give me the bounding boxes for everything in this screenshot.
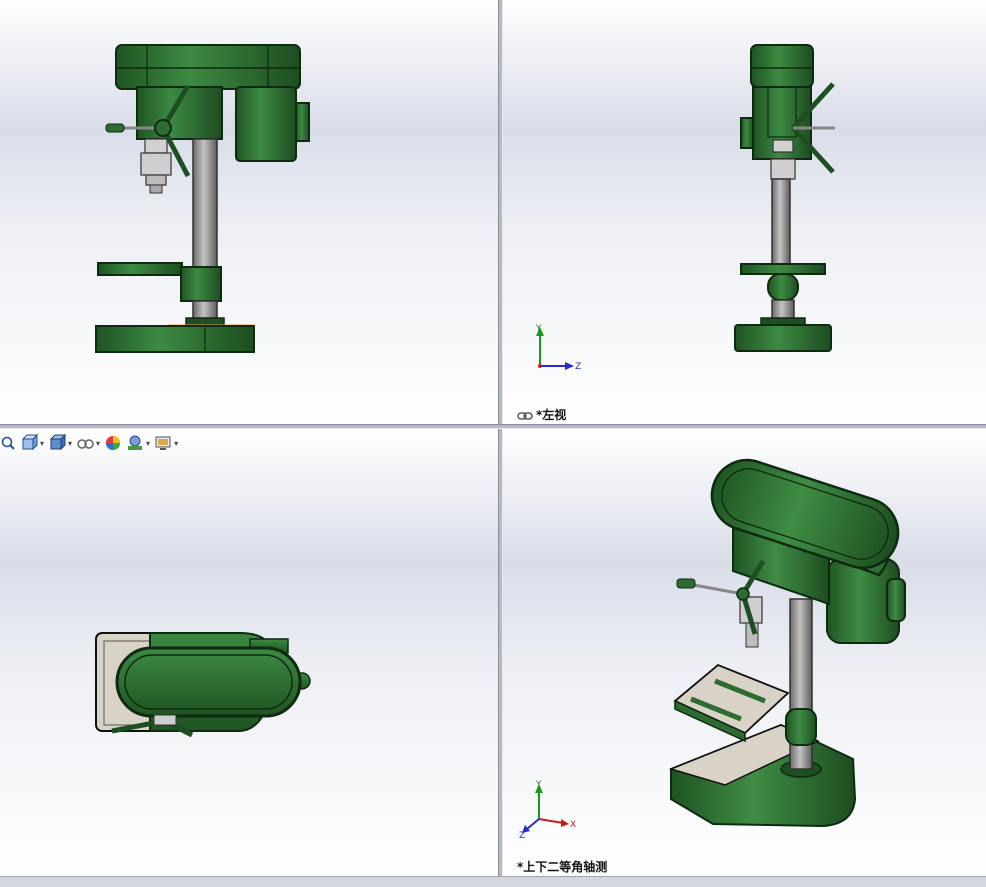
display-style-button[interactable]: ▾ <box>48 434 72 452</box>
link-view-icon <box>517 411 533 420</box>
viewport-left[interactable]: Y Z *左视 <box>503 0 986 424</box>
view-orientation-button[interactable]: ▾ <box>20 434 44 452</box>
hide-show-items-button[interactable]: ▾ <box>76 435 100 451</box>
view-label-isometric: *上下二等角轴测 <box>517 858 607 875</box>
hide-show-items-icon <box>77 439 94 449</box>
apply-scene-icon <box>128 435 143 450</box>
drill-press-front-view <box>95 44 310 353</box>
view-name-isometric: *上下二等角轴测 <box>517 860 608 874</box>
drill-press-top-view <box>95 632 311 738</box>
triad-z-label: Z <box>575 362 581 372</box>
axis-triad: Y Z <box>535 324 581 372</box>
chevron-down-icon: ▾ <box>174 438 179 448</box>
zoom-to-fit-button[interactable] <box>0 435 16 451</box>
view-name-left: *左视 <box>536 408 567 422</box>
triad-y-label: Y <box>535 780 542 790</box>
viewport-front[interactable] <box>0 0 498 424</box>
viewport-top[interactable]: ▾ ▾ ▾ ▾ ▾ <box>0 429 498 876</box>
triad-x-label: X <box>570 820 576 830</box>
viewport-isometric[interactable]: Y X Z *上下二等角轴测 <box>503 429 986 876</box>
triad-z-label: Z <box>519 831 525 839</box>
edit-appearance-button[interactable] <box>104 434 122 452</box>
chevron-down-icon: ▾ <box>40 438 45 448</box>
view-label-left: *左视 <box>517 406 566 423</box>
chevron-down-icon: ▾ <box>96 438 101 448</box>
view-orientation-icon <box>21 434 38 451</box>
apply-scene-button[interactable]: ▾ <box>126 434 150 452</box>
viewport-vertical-splitter[interactable] <box>498 0 503 876</box>
axis-triad-isometric: Y X Z <box>519 780 576 839</box>
chevron-down-icon: ▾ <box>146 438 151 448</box>
heads-up-view-toolbar: ▾ ▾ ▾ ▾ ▾ <box>0 433 182 453</box>
status-bar <box>0 876 986 887</box>
edit-appearance-icon <box>106 436 121 450</box>
view-settings-button[interactable]: ▾ <box>154 434 178 452</box>
triad-y-label: Y <box>535 324 542 334</box>
chevron-down-icon: ▾ <box>68 438 73 448</box>
view-settings-icon <box>155 436 171 450</box>
display-style-icon <box>49 434 67 451</box>
viewport-horizontal-splitter[interactable] <box>0 424 986 429</box>
zoom-to-fit-icon <box>1 436 15 450</box>
